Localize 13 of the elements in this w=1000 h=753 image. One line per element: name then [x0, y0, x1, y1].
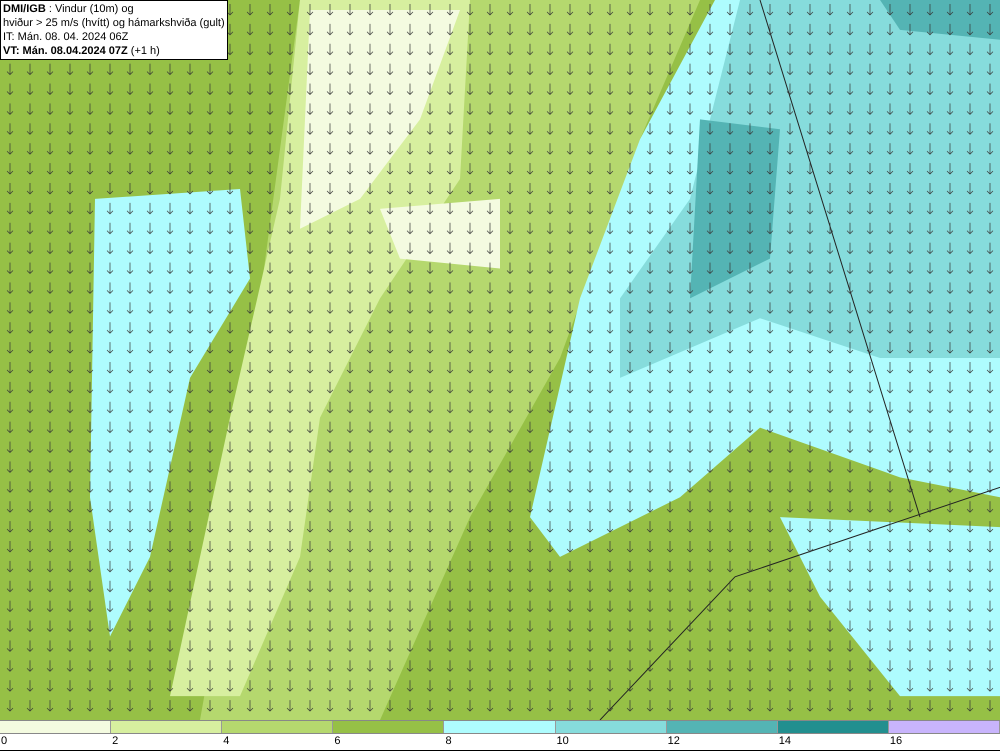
legend-label: 8 — [444, 734, 453, 749]
legend-label: 0 — [0, 734, 8, 749]
title-line: IT: Mán. 08. 04. 2024 06Z — [3, 30, 130, 44]
legend-label: 6 — [333, 734, 342, 749]
title-line: VT: Mán. 08.04.2024 07Z (+1 h) — [3, 44, 161, 58]
title-line: DMI/IGB : Vindur (10m) og — [3, 2, 135, 16]
legend-label: 10 — [556, 734, 570, 749]
legend-label: 4 — [222, 734, 230, 749]
legend-label: 16 — [888, 734, 904, 749]
legend-label: 12 — [666, 734, 681, 749]
legend-label: 14 — [778, 734, 792, 749]
title-line: hviður > 25 m/s (hvítt) og hámarkshviða (gult) — [3, 16, 225, 30]
legend-label: 2 — [111, 734, 120, 749]
